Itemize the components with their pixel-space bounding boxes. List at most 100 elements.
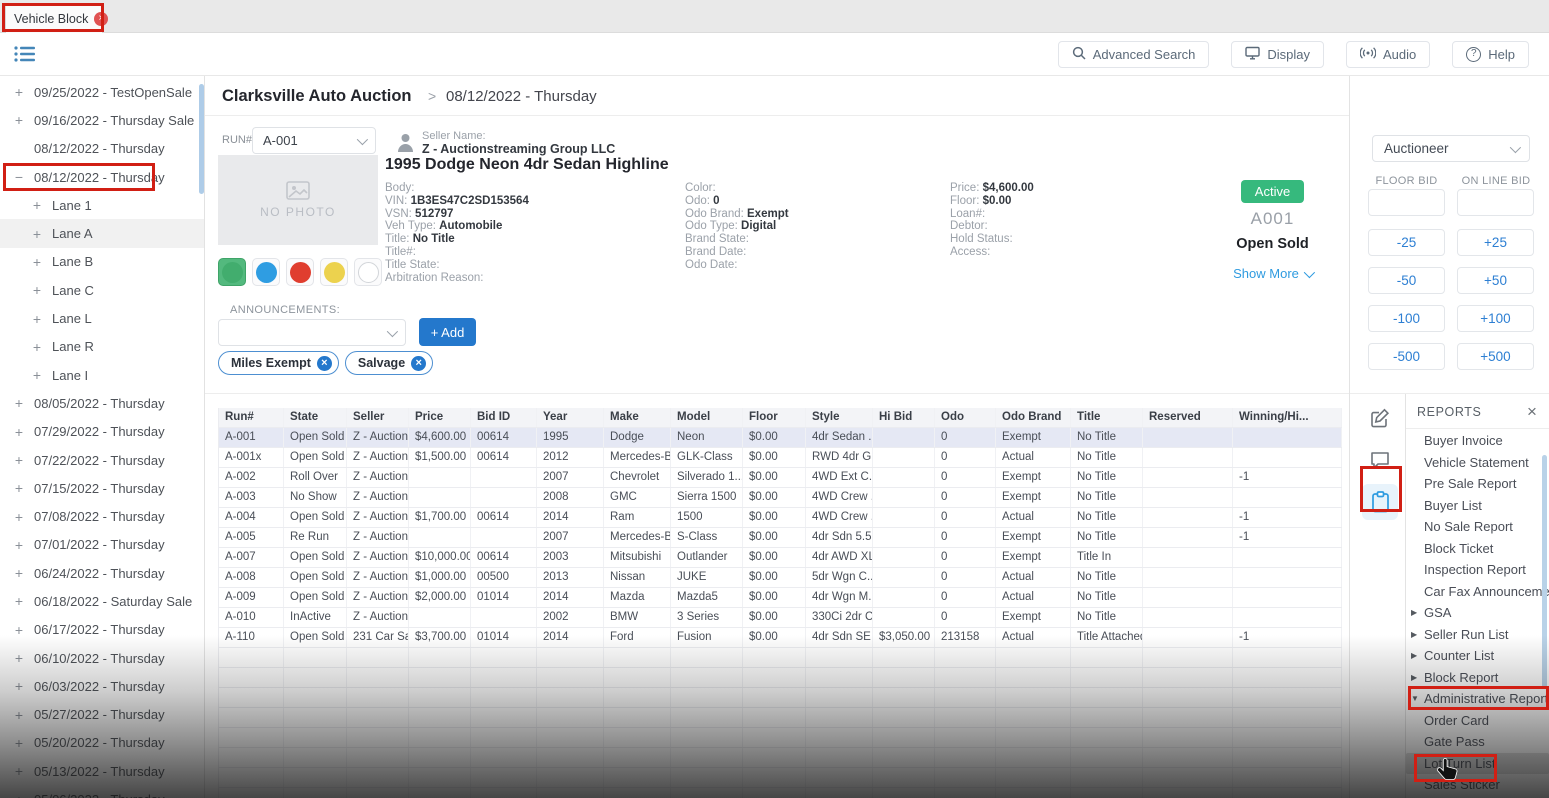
breadcrumb-auction-name[interactable]: Clarksville Auto Auction xyxy=(222,87,411,106)
column-header[interactable]: Odo Brand xyxy=(996,408,1071,427)
sidebar-item[interactable]: +09/16/2022 - Thursday Sale xyxy=(0,106,204,134)
report-item[interactable]: ▶Counter List xyxy=(1406,645,1549,667)
expand-icon[interactable]: + xyxy=(12,537,26,553)
sidebar-item[interactable]: 08/12/2022 - Thursday xyxy=(0,135,204,163)
expand-icon[interactable]: + xyxy=(30,367,44,383)
column-header[interactable]: Model xyxy=(671,408,743,427)
triangle-down-icon[interactable]: ▼ xyxy=(1411,688,1419,710)
sidebar-item[interactable]: −08/12/2022 - Thursday xyxy=(0,163,204,191)
column-header[interactable]: Year xyxy=(537,408,604,427)
bid-button-minus50[interactable]: -50 xyxy=(1368,267,1445,294)
bid-button-plus500[interactable]: +500 xyxy=(1457,343,1534,370)
sidebar-item[interactable]: +05/20/2022 - Thursday xyxy=(0,729,204,757)
condition-light-red[interactable] xyxy=(286,258,314,286)
display-button[interactable]: Display xyxy=(1231,41,1324,68)
column-header[interactable]: Make xyxy=(604,408,671,427)
table-empty-row[interactable] xyxy=(219,728,1342,748)
condition-light-green[interactable] xyxy=(218,258,246,286)
sidebar-item[interactable]: +Lane L xyxy=(0,304,204,332)
expand-icon[interactable]: + xyxy=(12,84,26,100)
sidebar-scrollbar[interactable] xyxy=(199,84,204,194)
menu-icon[interactable] xyxy=(14,44,36,64)
floor-bid-input[interactable] xyxy=(1368,189,1445,216)
table-row[interactable]: A-110Open Sold231 Car Sal...$3,700.00010… xyxy=(219,628,1342,648)
bid-button-minus500[interactable]: -500 xyxy=(1368,343,1445,370)
edit-icon[interactable] xyxy=(1362,400,1398,436)
column-header[interactable]: State xyxy=(284,408,347,427)
bid-button-plus100[interactable]: +100 xyxy=(1457,305,1534,332)
bid-button-minus25[interactable]: -25 xyxy=(1368,229,1445,256)
expand-icon[interactable]: + xyxy=(12,707,26,723)
sidebar-item[interactable]: +09/25/2022 - TestOpenSale xyxy=(0,78,204,106)
table-row[interactable]: A-010InActiveZ - Auctions...2002BMW3 Ser… xyxy=(219,608,1342,628)
column-header[interactable]: Title xyxy=(1071,408,1143,427)
table-row[interactable]: A-001xOpen SoldZ - Auctions...$1,500.000… xyxy=(219,448,1342,468)
sidebar-item[interactable]: +05/27/2022 - Thursday xyxy=(0,701,204,729)
bid-button-plus50[interactable]: +50 xyxy=(1457,267,1534,294)
report-item[interactable]: ▶Block Report xyxy=(1406,667,1549,689)
reports-close-icon[interactable]: × xyxy=(1527,402,1537,422)
expand-icon[interactable]: + xyxy=(30,339,44,355)
bid-button-minus100[interactable]: -100 xyxy=(1368,305,1445,332)
sidebar-item[interactable]: +06/03/2022 - Thursday xyxy=(0,672,204,700)
report-item[interactable]: Lot Turn List xyxy=(1406,753,1549,775)
reports-scrollbar[interactable] xyxy=(1542,455,1547,688)
add-announcement-button[interactable]: + Add xyxy=(419,318,476,346)
sidebar-item[interactable]: +06/10/2022 - Thursday xyxy=(0,644,204,672)
sidebar-item[interactable]: +06/18/2022 - Saturday Sale xyxy=(0,587,204,615)
table-row[interactable]: A-001Open SoldZ - Auctions...$4,600.0000… xyxy=(219,428,1342,448)
column-header[interactable]: Seller xyxy=(347,408,409,427)
advanced-search-button[interactable]: Advanced Search xyxy=(1058,41,1210,68)
report-item[interactable]: Sales Sticker xyxy=(1406,774,1549,796)
report-item[interactable]: Gate Pass xyxy=(1406,731,1549,753)
table-row[interactable]: A-005Re RunZ - Auctions...2007Mercedes-B… xyxy=(219,528,1342,548)
expand-icon[interactable]: + xyxy=(12,480,26,496)
sidebar-item[interactable]: +07/01/2022 - Thursday xyxy=(0,531,204,559)
table-empty-row[interactable] xyxy=(219,768,1342,788)
condition-light-yellow[interactable] xyxy=(320,258,348,286)
report-item[interactable]: Buyer List xyxy=(1406,495,1549,517)
expand-icon[interactable]: + xyxy=(12,792,26,798)
report-item[interactable]: ▶Seller Run List xyxy=(1406,624,1549,646)
expand-icon[interactable]: + xyxy=(12,593,26,609)
table-row[interactable]: A-007Open SoldZ - Auctions...$10,000.000… xyxy=(219,548,1342,568)
run-number-select[interactable]: A-001 xyxy=(252,127,376,154)
sidebar-item[interactable]: +Lane A xyxy=(0,219,204,247)
collapse-icon[interactable]: − xyxy=(12,169,26,185)
column-header[interactable]: Odo xyxy=(935,408,996,427)
report-item[interactable]: Buyer Invoice xyxy=(1406,430,1549,452)
column-header[interactable]: Run# xyxy=(219,408,284,427)
table-row[interactable]: A-002Roll OverZ - Auctions...2007Chevrol… xyxy=(219,468,1342,488)
triangle-right-icon[interactable]: ▶ xyxy=(1411,602,1417,624)
column-header[interactable]: Floor xyxy=(743,408,806,427)
sidebar-item[interactable]: +06/24/2022 - Thursday xyxy=(0,559,204,587)
auctioneer-select[interactable]: Auctioneer xyxy=(1372,135,1530,162)
table-row[interactable]: A-009Open SoldZ - Auctions...$2,000.0001… xyxy=(219,588,1342,608)
expand-icon[interactable]: + xyxy=(30,311,44,327)
help-button[interactable]: ? Help xyxy=(1452,41,1529,68)
table-empty-row[interactable] xyxy=(219,668,1342,688)
table-empty-row[interactable] xyxy=(219,688,1342,708)
column-header[interactable]: Reserved xyxy=(1143,408,1233,427)
expand-icon[interactable]: + xyxy=(12,112,26,128)
comment-icon[interactable] xyxy=(1362,442,1398,478)
condition-light-blue[interactable] xyxy=(252,258,280,286)
column-header[interactable]: Hi Bid xyxy=(873,408,935,427)
report-item[interactable]: Block Ticket xyxy=(1406,538,1549,560)
sidebar-item[interactable]: +08/05/2022 - Thursday xyxy=(0,389,204,417)
report-item[interactable]: ▼Administrative Reports xyxy=(1406,688,1549,710)
sidebar-item[interactable]: +Lane C xyxy=(0,276,204,304)
sidebar-item[interactable]: +Lane R xyxy=(0,333,204,361)
table-empty-row[interactable] xyxy=(219,788,1342,798)
expand-icon[interactable]: + xyxy=(12,622,26,638)
report-item[interactable]: Pre Sale Report xyxy=(1406,473,1549,495)
sidebar-item[interactable]: +Lane B xyxy=(0,248,204,276)
sidebar-item[interactable]: +Lane 1 xyxy=(0,191,204,219)
sidebar-item[interactable]: +06/17/2022 - Thursday xyxy=(0,616,204,644)
sidebar-item[interactable]: +05/13/2022 - Thursday xyxy=(0,757,204,785)
expand-icon[interactable]: + xyxy=(30,254,44,270)
expand-icon[interactable]: + xyxy=(12,509,26,525)
report-item[interactable]: Vehicle Statement xyxy=(1406,452,1549,474)
triangle-right-icon[interactable]: ▶ xyxy=(1411,667,1417,689)
expand-icon[interactable]: + xyxy=(12,735,26,751)
